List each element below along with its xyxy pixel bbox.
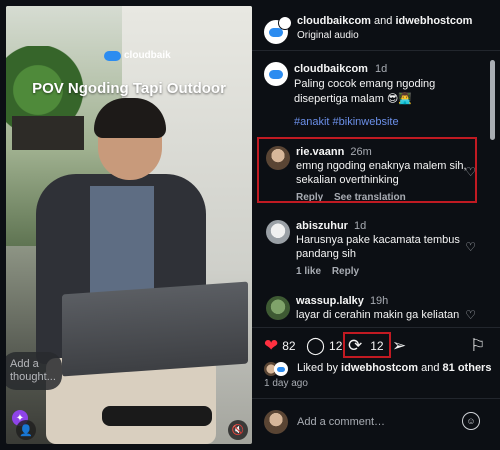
- header-users: cloudbaikcom and idwebhostcom: [297, 14, 472, 29]
- comments-count[interactable]: 12: [329, 339, 342, 353]
- likes-count[interactable]: 82: [282, 339, 295, 353]
- caption-line-1: Paling cocok emang ngoding: [294, 78, 436, 90]
- comment-actions: 1 like Reply: [296, 264, 359, 279]
- caption-time: 1d: [375, 63, 388, 75]
- header-user2[interactable]: idwebhostcom: [395, 15, 472, 27]
- header-user1[interactable]: cloudbaikcom: [297, 15, 371, 27]
- likes-count-link[interactable]: 1 like: [296, 266, 321, 277]
- mute-icon[interactable]: 🔇: [228, 420, 248, 440]
- comment-bubble-icon[interactable]: ◯: [306, 337, 325, 354]
- comment-time: 1d: [354, 220, 367, 232]
- comment-text-line-2: pandang sih: [296, 248, 356, 260]
- original-audio-link[interactable]: Original audio: [297, 28, 359, 43]
- share-action: ➢: [392, 337, 406, 354]
- comment-header: abiszuhur 1d: [296, 219, 366, 234]
- highlight-box-comment: [257, 137, 477, 203]
- post-timestamp: 1 day ago: [264, 378, 308, 389]
- caption-avatar[interactable]: [264, 62, 288, 86]
- cloud-logo-icon: [277, 366, 285, 372]
- comment-avatar[interactable]: [266, 296, 290, 320]
- current-user-avatar: [264, 410, 288, 434]
- liked-by-connector: and: [421, 362, 440, 374]
- divider: [252, 327, 500, 328]
- like-action: ❤ 82: [264, 337, 296, 354]
- comment-action: ◯ 12: [306, 337, 342, 354]
- cloud-logo-icon: [269, 69, 283, 79]
- add-comment-input[interactable]: Add a comment…: [297, 416, 385, 428]
- laptop: [62, 281, 248, 377]
- watermark: cloudbaik: [104, 50, 171, 61]
- video-title-overlay: POV Ngoding Tapi Outdoor: [32, 80, 226, 97]
- chair-base: [102, 406, 212, 426]
- liked-by-others[interactable]: 81 others: [443, 362, 492, 374]
- comments-scrollbar[interactable]: [490, 54, 496, 330]
- caption-username[interactable]: cloudbaikcom: [294, 63, 368, 75]
- post-panel: cloudbaikcom and idwebhostcom Original a…: [252, 0, 500, 450]
- comment-like-icon[interactable]: ♡: [465, 308, 476, 322]
- comment-username[interactable]: wassup.lalky: [296, 295, 364, 307]
- caption-header: cloudbaikcom 1d: [294, 62, 387, 77]
- liked-by-user[interactable]: idwebhostcom: [341, 362, 418, 374]
- divider: [252, 50, 500, 51]
- liked-by-prefix: Liked by: [297, 362, 338, 374]
- save-action: ⚐: [470, 337, 485, 354]
- comment-time: 19h: [369, 295, 389, 307]
- comment-like-icon[interactable]: ♡: [465, 240, 476, 254]
- comment-text-line-1: layar di cerahin makin ga keliatan: [296, 309, 460, 321]
- divider: [252, 398, 500, 399]
- send-icon[interactable]: ➢: [392, 337, 406, 354]
- scrollbar-thumb[interactable]: [490, 60, 495, 140]
- comment-header: wassup.lalky 19h: [296, 294, 388, 309]
- video-player[interactable]: cloudbaik POV Ngoding Tapi Outdoor Add a…: [6, 6, 252, 444]
- heart-filled-icon[interactable]: ❤: [264, 337, 278, 354]
- bookmark-icon[interactable]: ⚐: [470, 337, 485, 354]
- collab-avatar[interactable]: [278, 16, 292, 30]
- planter: [12, 116, 84, 150]
- caption-hashtags[interactable]: #anakit #bikinwebsite: [294, 115, 399, 130]
- liked-by-text: Liked by idwebhostcom and 81 others: [297, 362, 491, 374]
- cloud-logo-icon: [104, 50, 121, 61]
- tagged-people-icon[interactable]: 👤: [16, 420, 36, 440]
- comment-username[interactable]: abiszuhur: [296, 220, 348, 232]
- highlight-box-repost: [343, 332, 391, 358]
- comment-avatar[interactable]: [266, 220, 290, 244]
- reply-button[interactable]: Reply: [332, 266, 359, 277]
- add-thought-bubble[interactable]: Add a thought...: [6, 352, 62, 390]
- watermark-text: cloudbaik: [124, 50, 171, 61]
- header-connector: and: [374, 15, 393, 27]
- liker-avatar[interactable]: [274, 362, 288, 376]
- emoji-icon[interactable]: ☺: [462, 412, 480, 430]
- caption-line-2: disepertiga malam 😎👨‍💻: [294, 93, 413, 105]
- comment-text-line-1: Harusnya pake kacamata tembus: [296, 234, 460, 246]
